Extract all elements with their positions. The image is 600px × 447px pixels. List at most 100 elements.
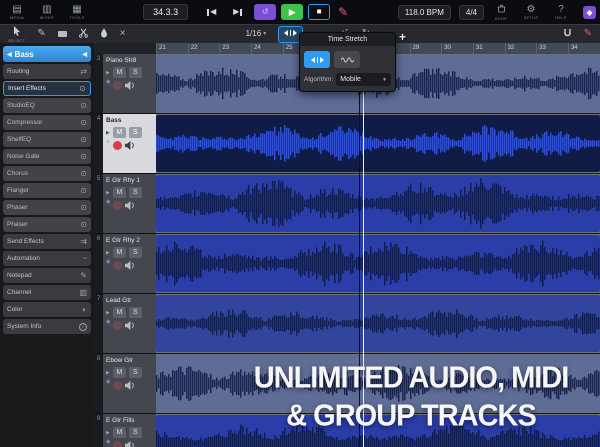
freeze-icon[interactable]: * [106,202,110,209]
mixer-button[interactable]: ▥ MIXER [34,1,60,23]
routing-section[interactable]: Routing ⇄ [3,64,91,79]
mute-button[interactable]: M [113,67,126,78]
record-arm-button[interactable] [113,261,122,270]
setup-button[interactable]: ⚙ SETUP [518,1,544,23]
glue-tool[interactable] [100,26,108,43]
mute-button[interactable]: M [113,127,126,138]
split-tool[interactable] [79,26,88,43]
stop-button[interactable]: ◼ [308,4,330,20]
effect-slot-studioeq[interactable]: StudioEQ⊙ [3,98,91,113]
mute-button[interactable]: M [113,187,126,198]
undo-transport-button[interactable]: ↺ [254,4,276,20]
goto-start-button[interactable]: ◀ [200,4,222,20]
pitch-mode-button[interactable] [334,51,360,68]
record-arm-button[interactable] [113,81,122,90]
monitor-speaker-icon[interactable] [125,441,135,447]
effect-slot-chorus[interactable]: Chorus⊙ [3,166,91,181]
effect-slot-shelfeq[interactable]: ShelfEQ⊙ [3,132,91,147]
track-header-egtr-fills[interactable]: 9 E Gtr Fills ▶ M S * [94,414,156,447]
track-header-egtr-rhy1[interactable]: 5 E Gtr Rhy 1 ▶ M S * [94,174,156,234]
song-position-display[interactable]: 34.3.3 [143,4,188,20]
track-header-lead-gtr[interactable]: 7 Lead Gtr ▶ M S * [94,294,156,354]
app-badge-icon[interactable]: ◆ [583,6,596,19]
popup-header[interactable]: Time Stretch + [300,33,395,46]
monitor-speaker-icon[interactable] [125,141,135,150]
audio-clip[interactable] [156,115,600,172]
stretch-mode-button[interactable] [304,51,330,68]
track-header-egtr-rhy2[interactable]: 6 E Gtr Rhy 2 ▶ M S * [94,234,156,294]
solo-button[interactable]: S [129,247,142,258]
effect-slot-phaser-1[interactable]: Phaser⊙ [3,200,91,215]
send-effects-section[interactable]: Send Effects ⇉ [3,234,91,249]
inspector-track-header[interactable]: ◀ Bass ◀ [3,46,91,62]
monitor-speaker-icon[interactable] [125,201,135,210]
track-fold-icon[interactable]: ▶ [106,430,110,436]
mute-button[interactable]: M [113,307,126,318]
track-fold-icon[interactable]: ▶ [106,70,110,76]
effect-slot-flanger[interactable]: Flanger⊙ [3,183,91,198]
freeze-icon[interactable]: * [106,82,110,89]
time-signature-display[interactable]: 4/4 [459,5,484,20]
track-lane-egtr-rhy1[interactable] [156,174,600,234]
audio-clip[interactable] [156,295,600,352]
solo-button[interactable]: S [129,127,142,138]
tools-button[interactable]: ▦ TOOLS [64,1,90,23]
tempo-display[interactable]: 118.0 BPM [398,5,451,20]
draw-tool[interactable]: ✎ [37,26,45,43]
record-arm-button[interactable] [113,141,122,150]
monitor-speaker-icon[interactable] [125,81,135,90]
track-fold-icon[interactable]: ▶ [106,310,110,316]
freeze-icon[interactable]: * [106,322,110,329]
track-fold-icon[interactable]: ▶ [106,130,110,136]
monitor-speaker-icon[interactable] [125,381,135,390]
track-lane-egtr-rhy2[interactable] [156,234,600,294]
effect-slot-noise-gate[interactable]: Noise Gate⊙ [3,149,91,164]
effect-slot-phaser-2[interactable]: Phaser⊙ [3,217,91,232]
record-arm-button[interactable] [113,321,122,330]
automation-section[interactable]: Automation ~ [3,251,91,266]
solo-button[interactable]: S [129,427,142,438]
monitor-speaker-icon[interactable] [125,261,135,270]
mute-button[interactable]: M [113,247,126,258]
pen-tool[interactable]: ✎ [584,26,592,43]
track-fold-icon[interactable]: ▶ [106,370,110,376]
track-header-bass[interactable]: 4 Bass ▶ M S * [94,114,156,174]
media-button[interactable]: ▤ MEDIA [4,1,30,23]
record-arm-button[interactable] [113,201,122,210]
track-header-piano[interactable]: 3 Piano Str8 ▶ M S * [94,54,156,114]
track-fold-icon[interactable]: ▶ [106,250,110,256]
insert-effects-section[interactable]: Insert Effects ⊙ [3,81,91,96]
mute-button[interactable]: M [113,367,126,378]
freeze-icon[interactable]: * [106,382,110,389]
mute-button[interactable]: M [113,427,126,438]
help-button[interactable]: ? HELP [548,1,574,23]
move-handle-icon[interactable]: + [399,30,406,44]
system-info-section[interactable]: System Info i [3,319,91,334]
shop-button[interactable]: SHOP [488,1,514,23]
monitor-speaker-icon[interactable] [125,321,135,330]
solo-button[interactable]: S [129,67,142,78]
notepad-section[interactable]: Notepad ✎ [3,268,91,283]
track-lane-lead-gtr[interactable] [156,294,600,354]
effect-slot-compressor[interactable]: Compressor⊙ [3,115,91,130]
mute-tool[interactable]: × [120,26,126,43]
channel-section[interactable]: Channel ▥ [3,285,91,300]
record-arm-button[interactable] [113,441,122,447]
snap-value-dropdown[interactable]: 1/16 ▾ [246,26,267,43]
goto-end-button[interactable]: ▶ [227,4,249,20]
magnet-tool[interactable] [563,26,572,43]
track-header-ebow-gtr[interactable]: 8 Ebow Gtr ▶ M S * [94,354,156,414]
play-button[interactable]: ▶ [281,4,303,20]
record-arm-button[interactable] [113,381,122,390]
solo-button[interactable]: S [129,307,142,318]
audio-clip[interactable] [156,235,600,292]
freeze-icon[interactable]: * [106,442,110,447]
algorithm-dropdown[interactable]: Mobile ▼ [336,73,391,86]
track-fold-icon[interactable]: ▶ [106,190,110,196]
track-lane-bass[interactable] [156,114,600,174]
freeze-icon[interactable]: * [106,262,110,269]
select-tool[interactable]: SELECT [8,26,25,43]
color-section[interactable]: Color ◐ [3,302,91,317]
audio-clip[interactable] [156,175,600,232]
erase-tool[interactable] [58,26,67,43]
